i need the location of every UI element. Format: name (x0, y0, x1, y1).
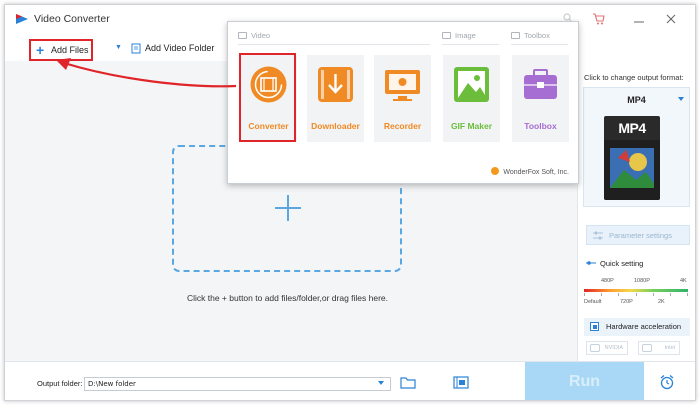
settings-sliders-icon (593, 231, 603, 240)
app-logo-icon (16, 14, 28, 24)
output-format-name: MP4 (627, 95, 646, 105)
quick-setting-icon (586, 261, 596, 265)
tool-toolbox-label: Toolbox (524, 121, 557, 131)
app-title: Video Converter (34, 13, 110, 25)
quality-label-1080p: 1080P (634, 278, 650, 284)
tool-toolbox[interactable]: Toolbox (512, 55, 569, 142)
output-film-icon[interactable] (453, 376, 469, 389)
gpu-intel-label: Intel (664, 345, 675, 351)
intel-icon (642, 344, 652, 352)
recorder-icon (385, 70, 420, 101)
quality-label-2k: 2K (658, 299, 665, 305)
quality-label-720p: 720P (620, 299, 633, 305)
downloader-icon (318, 67, 353, 102)
output-format-selector[interactable]: MP4 MP4 (583, 87, 690, 207)
section-toolbox: Toolbox (511, 31, 550, 40)
hardware-acceleration-toggle[interactable]: Hardware acceleration (584, 318, 690, 336)
app-window: Video Converter + Add Files ▼ Add Video … (4, 4, 696, 401)
converter-highlight-frame (239, 53, 296, 142)
open-folder-icon[interactable] (400, 376, 416, 389)
alarm-clock-icon[interactable] (659, 374, 675, 390)
quality-slider[interactable] (584, 289, 688, 292)
output-folder-label: Output folder: (37, 379, 83, 388)
brand-label: WonderFox Soft, Inc. (503, 169, 569, 176)
gpu-nvidia-option[interactable]: NVIDIA (586, 341, 628, 355)
section-image-line (442, 44, 499, 45)
section-toolbox-line (511, 44, 568, 45)
close-icon[interactable] (664, 12, 678, 26)
folder-file-icon (131, 43, 141, 54)
wonderfox-logo-icon (491, 167, 500, 175)
toolbox-icon (524, 69, 557, 99)
gpu-nvidia-label: NVIDIA (604, 345, 623, 351)
chevron-down-icon (678, 97, 684, 101)
output-format-caption: Click to change output format: (584, 73, 684, 82)
toolbox-section-icon (511, 32, 520, 39)
quality-slider-ticks (584, 293, 688, 297)
section-video-line (238, 44, 430, 45)
parameter-settings-label: Parameter settings (609, 231, 672, 240)
brand-footer: WonderFox Soft, Inc. (491, 167, 569, 176)
film-graphic-icon (604, 140, 660, 200)
gpu-intel-option[interactable]: Intel (638, 341, 680, 355)
add-video-folder-label: Add Video Folder (145, 43, 215, 53)
section-video: Video (238, 31, 270, 40)
mp4-format-icon: MP4 (604, 116, 660, 200)
output-format-panel: Click to change output format: MP4 MP4 P… (577, 35, 695, 361)
section-toolbox-label: Toolbox (524, 31, 550, 40)
dropzone-hint: Click the + button to add files/folder,o… (186, 293, 389, 303)
bottom-bar: Output folder: D:\New folder Run (5, 361, 695, 400)
quality-label-4k: 4K (680, 278, 687, 284)
parameter-settings-button[interactable]: Parameter settings (586, 225, 690, 245)
dropdown-arrow-icon[interactable]: ▼ (115, 44, 122, 51)
dropzone-plus-icon-h (275, 207, 301, 209)
gif-maker-icon (454, 67, 489, 102)
video-section-icon (238, 32, 247, 39)
output-folder-input[interactable]: D:\New folder (84, 377, 391, 391)
tool-recorder-label: Recorder (383, 121, 422, 131)
quality-label-480p: 480P (601, 278, 614, 284)
tool-gif-maker[interactable]: GIF Maker (443, 55, 500, 142)
plus-icon: + (36, 42, 45, 58)
nvidia-icon (590, 344, 600, 352)
quality-label-default: Default (584, 299, 602, 305)
run-button[interactable]: Run (525, 362, 644, 400)
tool-downloader-label: Downloader (311, 121, 360, 131)
tool-gif-maker-label: GIF Maker (450, 121, 493, 131)
cart-icon[interactable] (592, 12, 606, 26)
section-video-label: Video (251, 31, 271, 40)
add-files-button[interactable]: + Add Files (29, 39, 93, 61)
mp4-icon-text: MP4 (618, 120, 646, 136)
tool-recorder[interactable]: Recorder (374, 55, 431, 142)
section-image-label: Image (455, 31, 476, 40)
quality-labels-bottom: Default 720P 2K (584, 299, 690, 309)
tool-downloader[interactable]: Downloader (307, 55, 364, 142)
hardware-acceleration-checkbox[interactable] (590, 322, 599, 331)
quality-labels-top: 480P 1080P 4K (584, 278, 690, 288)
quick-setting-label: Quick setting (600, 259, 644, 268)
tool-menu-popup: Video Image Toolbox Converter Downloader… (227, 21, 579, 184)
output-folder-dropdown-icon[interactable] (378, 381, 384, 385)
section-image: Image (442, 31, 476, 40)
add-files-label: Add Files (51, 45, 89, 55)
image-section-icon (442, 32, 451, 39)
hardware-acceleration-label: Hardware acceleration (606, 322, 682, 331)
minimize-icon[interactable] (632, 12, 646, 26)
